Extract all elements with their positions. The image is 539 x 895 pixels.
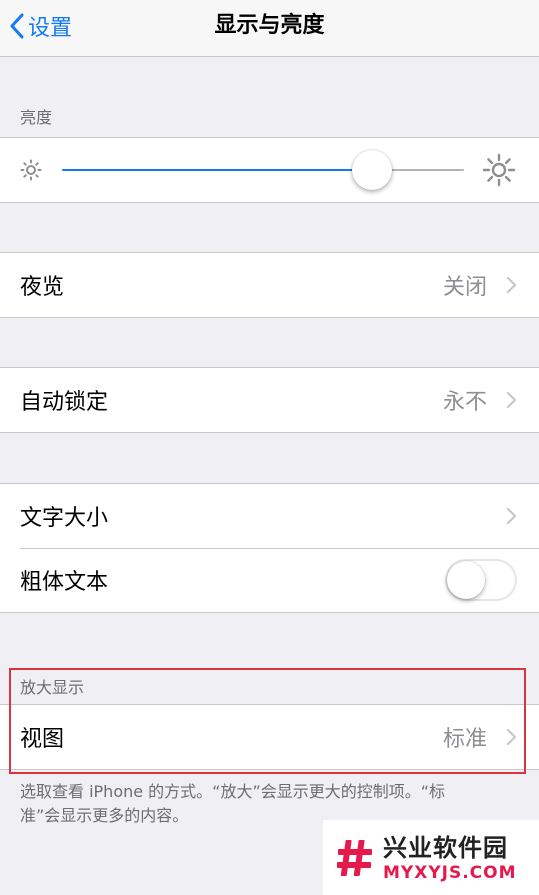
sun-large-icon [482, 153, 516, 187]
slider-thumb[interactable] [351, 150, 392, 190]
zoom-section-header: 放大显示 [20, 678, 85, 697]
view-value: 标准 [442, 727, 487, 752]
page-title: 显示与亮度 [214, 13, 325, 38]
chevron-right-icon [506, 276, 517, 294]
view-label: 视图 [20, 727, 65, 752]
brightness-section-header: 亮度 [20, 108, 53, 127]
zoom-group: 视图 标准 [0, 704, 539, 770]
bold-text-row: 粗体文本 [0, 548, 539, 612]
slider-track-fill [62, 169, 372, 171]
night-shift-group: 夜览 关闭 [0, 252, 539, 318]
night-shift-value: 关闭 [442, 275, 487, 300]
watermark-chinese-text: 兴业软件园 [383, 833, 508, 862]
text-size-row[interactable]: 文字大小 [0, 484, 539, 548]
night-shift-row[interactable]: 夜览 关闭 [0, 253, 539, 317]
text-group: 文字大小 粗体文本 [0, 483, 539, 613]
auto-lock-group: 自动锁定 永不 [0, 367, 539, 433]
text-size-label: 文字大小 [20, 506, 109, 531]
auto-lock-value: 永不 [442, 390, 487, 415]
navigation-bar: 设置 显示与亮度 [0, 0, 539, 57]
view-row[interactable]: 视图 标准 [0, 705, 539, 769]
watermark-domain-text: MYXYJS.COM [383, 862, 517, 883]
hash-logo-icon [337, 839, 372, 876]
auto-lock-row[interactable]: 自动锁定 永不 [0, 368, 539, 432]
chevron-right-icon [506, 728, 517, 746]
brightness-slider[interactable] [0, 138, 539, 202]
sun-small-icon [20, 159, 42, 181]
night-shift-label: 夜览 [20, 275, 65, 300]
chevron-right-icon [506, 507, 517, 525]
auto-lock-label: 自动锁定 [20, 390, 109, 415]
brightness-group [0, 137, 539, 203]
bold-text-label: 粗体文本 [20, 570, 109, 595]
toggle-knob [447, 561, 485, 599]
bold-text-toggle[interactable] [445, 559, 517, 601]
watermark: 兴业软件园 MYXYJS.COM [323, 820, 539, 895]
chevron-right-icon [506, 391, 517, 409]
